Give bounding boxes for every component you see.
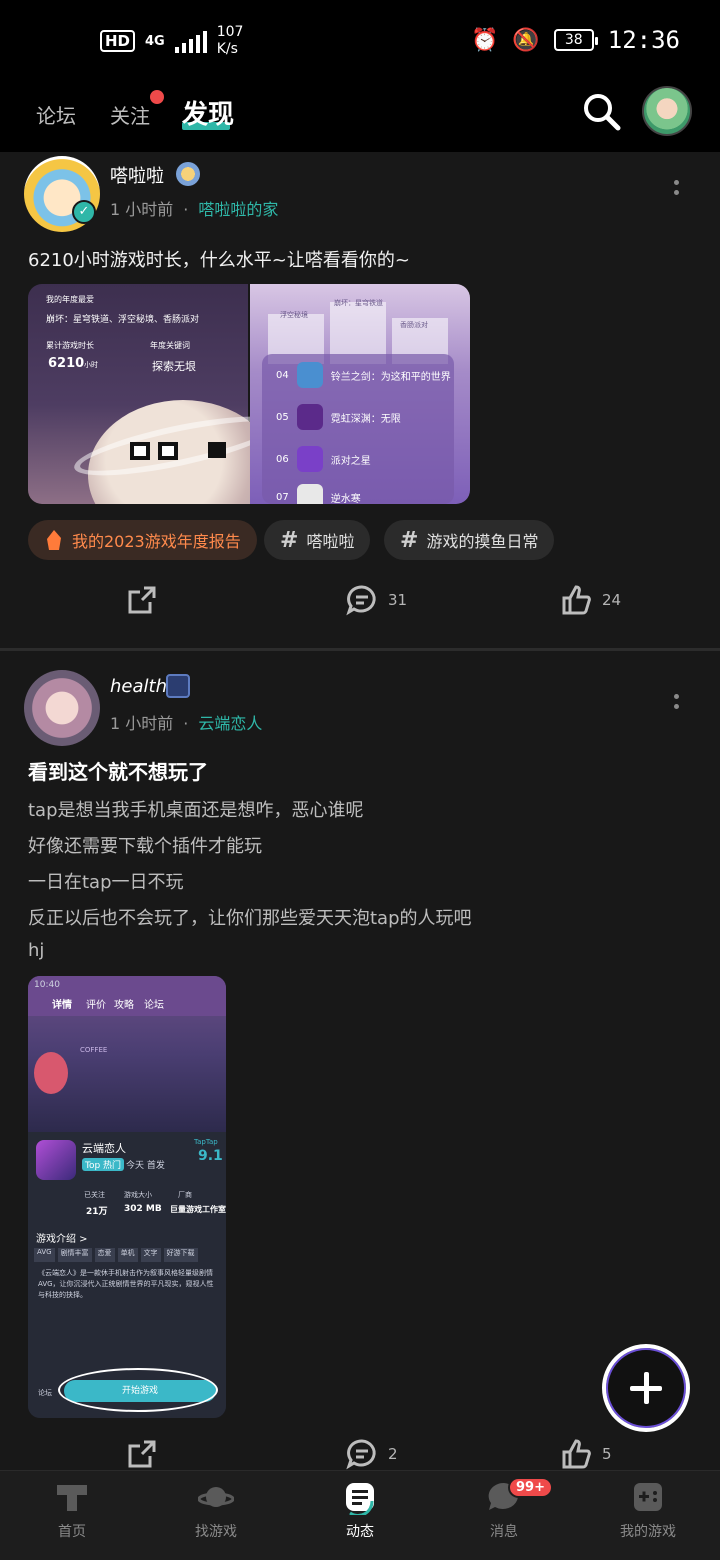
thumbs-up-icon [562,585,591,615]
screenshot-app-bar: 10:40 详情 评价 攻略 论坛 [28,976,226,1016]
like-count: 24 [602,591,622,609]
network-speed: 107 K/s [216,24,244,57]
post-group[interactable]: 云端恋人 [198,714,262,733]
year-report-images[interactable]: 我的年度最爱 崩坏：星穹铁道、浮空秘境、香肠派对 累计游戏时长 6210 小时 … [28,284,470,504]
signal-type: 4G [145,33,165,49]
bottom-navigation: 首页 找游戏 动态 99+ 消息 我的游戏 [0,1470,720,1560]
post-meta: 1 小时前 · 云端恋人 [110,714,263,733]
share-button[interactable] [126,1438,158,1470]
comment-icon [346,585,376,616]
post-actions: 2 5 [0,1438,720,1470]
feed-icon [346,1483,374,1515]
screenshot-app-card: 云端恋人 Top 热门 今天 首发 TapTap 9.1 已关注 游戏大小 厂商… [28,1132,226,1418]
author-name[interactable]: 嗒啦啦 [110,162,164,188]
game-icon [296,362,323,388]
post-body-line: 好像还需要下载个插件才能玩 [28,836,262,857]
game-icon [296,446,323,472]
post-card[interactable]: ✓ 嗒啦啦 1 小时前 · 嗒啦啦的家 6210小时游戏时长，什么水平~让嗒看看你的… [0,152,720,650]
tab-forum[interactable]: 论坛 [36,100,76,129]
tag-hashtag[interactable]: # 嗒啦啦 [264,520,371,560]
author-name[interactable]: health [110,676,167,697]
post-time: 1 小时前 [110,714,174,733]
signal-strength-icon [174,29,207,53]
post-divider [0,648,720,651]
nav-messages[interactable]: 99+ 消息 [444,1477,564,1541]
comment-count: 2 [388,1445,398,1463]
alarm-icon: ⏰ [470,27,499,53]
share-icon [128,1440,156,1468]
like-button[interactable]: 5 [560,1438,612,1470]
nav-find-games[interactable]: 找游戏 [156,1479,276,1541]
nav-home[interactable]: 首页 [12,1479,132,1541]
unread-dot [150,90,164,104]
author-avatar[interactable] [24,670,100,746]
post-text: 6210小时游戏时长，什么水平~让嗒看看你的~ [28,250,410,271]
attached-screenshot[interactable]: 10:40 详情 评价 攻略 论坛 COFFEE 云端恋人 Top 热门 今天 … [28,976,226,1418]
tab-discover[interactable]: 发现 [182,94,234,131]
more-options-icon[interactable] [674,694,680,716]
like-count: 5 [602,1445,612,1463]
post-body-line: 一日在tap一日不玩 [28,872,184,893]
guild-badge-icon [166,674,190,698]
share-icon [128,586,156,614]
gamepad-icon [634,1483,662,1511]
nav-my-games[interactable]: 我的游戏 [588,1479,708,1541]
feed[interactable]: ✓ 嗒啦啦 1 小时前 · 嗒啦啦的家 6210小时游戏时长，什么水平~让嗒看看你的… [0,152,720,1470]
user-avatar[interactable] [642,86,692,136]
post-body-line: 反正以后也不会玩了，让你们那些爱天天泡tap的人玩吧 [28,908,472,929]
report-ranking-image[interactable]: 浮空秘境 崩坏：星穹铁道 香肠派对 04 铃兰之剑：为这和平的世界 05 霓虹深渊：… [250,284,470,504]
top-navigation: 论坛 关注 发现 [0,80,720,152]
tag-hashtag[interactable]: # 游戏的摸鱼日常 [384,520,555,560]
ranking-item: 04 铃兰之剑：为这和平的世界 [276,362,451,388]
more-options-icon[interactable] [674,180,680,202]
unread-count-badge: 99+ [508,1477,553,1498]
tag-year-report[interactable]: 我的2023游戏年度报告 [28,520,257,560]
hashtag-icon: # [280,527,299,553]
lantern-illustration [34,1052,68,1094]
share-button[interactable] [126,584,158,616]
battery-indicator: 38 [553,29,598,51]
fire-icon [47,530,61,550]
like-button[interactable]: 24 [560,584,621,616]
game-icon [296,484,323,504]
comment-count: 31 [388,591,408,609]
tab-follow[interactable]: 关注 [110,100,150,129]
comment-icon [346,1439,376,1470]
ranking-item: 06 派对之星 [276,446,371,472]
planet-icon [198,1487,234,1507]
search-icon[interactable] [582,92,622,132]
app-icon [36,1140,76,1180]
ranking-item: 07 逆水寒 [276,484,361,504]
post-meta: 1 小时前 · 嗒啦啦的家 [110,200,279,219]
clock: 12:36 [607,26,680,54]
nav-feed[interactable]: 动态 [300,1479,420,1541]
verified-icon: ✓ [72,200,96,224]
screenshot-hero: 10:40 详情 评价 攻略 论坛 COFFEE [28,976,226,1132]
comment-button[interactable]: 2 [346,1438,398,1470]
comment-button[interactable]: 31 [346,584,407,616]
post-actions: 31 24 [0,584,720,634]
game-icon [296,404,323,430]
post-card[interactable]: health 1 小时前 · 云端恋人 看到这个就不想玩了 tap是想当我手机桌面还… [0,652,720,1470]
ranking-item: 05 霓虹深渊：无限 [276,404,401,430]
create-post-button[interactable] [602,1344,690,1432]
mute-bell-icon: 🔕 [512,27,540,53]
ranking-list: 04 铃兰之剑：为这和平的世界 05 霓虹深渊：无限 06 派对之星 07 逆水寒 [262,354,454,504]
post-time: 1 小时前 [110,200,174,219]
post-title: 看到这个就不想玩了 [28,760,208,784]
medal-icon [176,162,200,186]
report-summary-image[interactable]: 我的年度最爱 崩坏：星穹铁道、浮空秘境、香肠派对 累计游戏时长 6210 小时 … [28,284,284,504]
pixel-heart-icon [208,442,226,458]
hashtag-icon: # [400,527,419,553]
post-body-line: hj [28,940,45,961]
post-body-line: tap是想当我手机桌面还是想咋，恶心谁呢 [28,800,364,821]
thumbs-up-icon [562,1439,591,1469]
hd-indicator: HD [100,30,136,52]
post-group[interactable]: 嗒啦啦的家 [198,200,278,219]
pixel-eyes [130,442,178,460]
status-bar: HD 4G 107 K/s ⏰ 🔕 38 12:36 [0,0,720,80]
taptap-logo-icon [57,1485,87,1511]
hand-drawn-circle [58,1368,218,1412]
